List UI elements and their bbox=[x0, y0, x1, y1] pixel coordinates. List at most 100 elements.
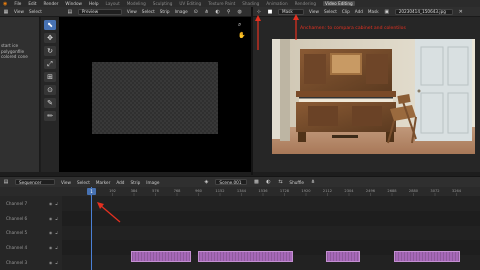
workspace-tab-video-editing[interactable]: Video Editing bbox=[323, 1, 355, 6]
image-file-field[interactable]: 20230414_150643.jpg bbox=[394, 8, 453, 15]
close-icon[interactable]: ✕ bbox=[458, 9, 464, 15]
proxy-icon[interactable]: ▩ bbox=[253, 179, 259, 185]
blender-logo-icon[interactable]: ◉ bbox=[3, 1, 7, 7]
ruler-tick-label: 2496 bbox=[366, 189, 376, 193]
channel-row-5[interactable]: Channel 5 ◉ 🔓︎ bbox=[0, 226, 62, 241]
workspace-tab-animation[interactable]: Animation bbox=[266, 1, 287, 6]
eyedropper-icon[interactable]: ✎ bbox=[44, 98, 56, 108]
mask-mode-icon[interactable]: ■ bbox=[267, 9, 273, 15]
zoom-icon[interactable]: ⌕ bbox=[238, 21, 241, 29]
sequencer-mode-dropdown[interactable]: Sequencer bbox=[15, 179, 55, 185]
ruler-tick-label: 3264 bbox=[452, 189, 462, 193]
annotate-icon[interactable]: ✏ bbox=[44, 111, 56, 121]
eye-icon[interactable]: ◉ bbox=[49, 260, 53, 265]
channel-row-6[interactable]: Channel 6 ◉ 🔓︎ bbox=[0, 211, 62, 226]
menu-file[interactable]: File bbox=[14, 1, 21, 6]
ruler-tick-label: 768 bbox=[174, 189, 182, 193]
mask-mode-dropdown[interactable]: Mask bbox=[278, 8, 304, 15]
sequencer-type-icon[interactable]: ▤ bbox=[67, 9, 73, 15]
preview-menu-strip[interactable]: Strip bbox=[160, 9, 170, 14]
channel-row-7[interactable]: Channel 7 ◉ 🔓︎ bbox=[0, 196, 62, 211]
scene-selector[interactable]: Scene.001 bbox=[215, 179, 248, 185]
ruler-tick-label: 1536 bbox=[258, 189, 268, 193]
move-icon[interactable]: ✥ bbox=[44, 33, 56, 43]
channel-list: Channel 7 ◉ 🔓︎ Channel 6 ◉ 🔓︎ Channel 5 ◉ 🔓︎ C… bbox=[0, 196, 62, 270]
shuffle-label[interactable]: Shuffle bbox=[289, 180, 304, 185]
menu-help[interactable]: Help bbox=[89, 1, 99, 6]
shuffle-icon[interactable]: ⇆ bbox=[277, 179, 283, 185]
preview-select-menu[interactable]: Select bbox=[29, 9, 42, 14]
display-channels-icon[interactable]: ◍ bbox=[237, 9, 243, 15]
workspace-tab-rendering[interactable]: Rendering bbox=[295, 1, 316, 6]
preview-menu-image[interactable]: Image bbox=[175, 9, 188, 14]
ruler-tick-label: 384 bbox=[131, 189, 139, 193]
piano-photo bbox=[272, 39, 475, 154]
gizmo-icon[interactable]: ⚲ bbox=[226, 9, 232, 15]
lock-icon[interactable]: 🔓︎ bbox=[55, 230, 58, 235]
channel-name: Channel 4 bbox=[6, 245, 28, 251]
image-strip[interactable] bbox=[326, 251, 360, 262]
image-menu-mask[interactable]: Mask bbox=[368, 9, 379, 14]
preview-menu-select[interactable]: Select bbox=[142, 9, 155, 14]
ruler-tick-label: 1344 bbox=[237, 189, 247, 193]
image-menu-select[interactable]: Select bbox=[324, 9, 337, 14]
snap-magnet-icon[interactable]: ⋔ bbox=[310, 179, 316, 185]
image-menu-clip[interactable]: Clip bbox=[342, 9, 350, 14]
seq-menu-view[interactable]: View bbox=[61, 180, 71, 185]
scale-icon[interactable]: ⤢ bbox=[44, 59, 56, 69]
rotate-icon[interactable]: ↻ bbox=[44, 46, 56, 56]
seq-menu-marker[interactable]: Marker bbox=[96, 180, 110, 185]
workspace-tab-sculpting[interactable]: Sculpting bbox=[153, 1, 173, 6]
preview-mode-dropdown[interactable]: Preview bbox=[77, 8, 122, 15]
workspace-tab-texture-paint[interactable]: Texture Paint bbox=[208, 1, 235, 6]
image-menu-view[interactable]: View bbox=[309, 9, 319, 14]
workspace-tab-layout[interactable]: Layout bbox=[105, 1, 119, 6]
lock-icon[interactable]: 🔓︎ bbox=[55, 201, 58, 206]
seq-menu-add[interactable]: Add bbox=[116, 180, 124, 185]
editor-type-icon[interactable]: ⊹ bbox=[256, 9, 262, 15]
image-strip[interactable] bbox=[131, 251, 191, 262]
menu-edit[interactable]: Edit bbox=[28, 1, 36, 6]
workspace-tab-shading[interactable]: Shading bbox=[242, 1, 259, 6]
eye-icon[interactable]: ◉ bbox=[49, 201, 53, 206]
lock-icon[interactable]: 🔓︎ bbox=[55, 216, 58, 221]
seq-menu-strip[interactable]: Strip bbox=[130, 180, 140, 185]
workspace-tab-uv-editing[interactable]: UV Editing bbox=[179, 1, 201, 6]
transform-icon[interactable]: ⊞ bbox=[44, 72, 56, 82]
image-strip[interactable] bbox=[394, 251, 460, 262]
eye-icon[interactable]: ◉ bbox=[49, 245, 53, 250]
channel-row-4[interactable]: Channel 4 ◉ 🔓︎ bbox=[0, 240, 62, 255]
eye-icon[interactable]: ◉ bbox=[49, 216, 53, 221]
preview-view-menu[interactable]: View bbox=[14, 9, 24, 14]
properties-side-panel: start ice polygonfile colored cone bbox=[0, 17, 40, 172]
editor-type-icon[interactable]: ▦ bbox=[3, 9, 9, 15]
menu-window[interactable]: Window bbox=[65, 1, 82, 6]
lock-icon[interactable]: 🔓︎ bbox=[55, 245, 58, 250]
playhead-line[interactable] bbox=[91, 187, 92, 270]
seq-menu-select[interactable]: Select bbox=[77, 180, 90, 185]
channel-row-3[interactable]: Channel 3 ◉ 🔓︎ bbox=[0, 255, 62, 270]
pan-hand-icon[interactable]: ✋ bbox=[238, 32, 245, 39]
channel-row bbox=[62, 196, 480, 211]
lock-icon[interactable]: 🔓︎ bbox=[55, 260, 58, 265]
pivot-icon[interactable]: ⊙ bbox=[44, 85, 56, 95]
overlay-icon[interactable]: ◐ bbox=[265, 179, 271, 185]
current-frame-indicator[interactable]: 1 bbox=[87, 188, 96, 195]
snap-icon[interactable]: ⋔ bbox=[204, 9, 210, 15]
sequencer-editor-icon[interactable]: ▤ bbox=[3, 179, 9, 185]
seq-menu-image[interactable]: Image bbox=[146, 180, 159, 185]
piano-image bbox=[272, 39, 475, 154]
preview-menu-view[interactable]: View bbox=[127, 9, 137, 14]
eye-icon[interactable]: ◉ bbox=[49, 230, 53, 235]
pivot-dropdown-icon[interactable]: ⊙ bbox=[193, 9, 199, 15]
current-frame-value: 1 bbox=[90, 189, 93, 194]
image-menu-add[interactable]: Add bbox=[355, 9, 363, 14]
image-strip[interactable] bbox=[198, 251, 293, 262]
menu-render[interactable]: Render bbox=[44, 1, 59, 6]
frame-ruler[interactable]: 192 384 576 768 960 1152 1344 1536 1728 1920 2112 2… bbox=[0, 187, 480, 196]
preview-canvas-transparent bbox=[92, 62, 218, 134]
workspace-tab-modeling[interactable]: Modeling bbox=[127, 1, 146, 6]
overlay-icon[interactable]: ◐ bbox=[215, 9, 221, 15]
sequencer-timeline[interactable] bbox=[0, 196, 480, 270]
select-cursor-icon[interactable]: ⬉ bbox=[44, 20, 56, 30]
